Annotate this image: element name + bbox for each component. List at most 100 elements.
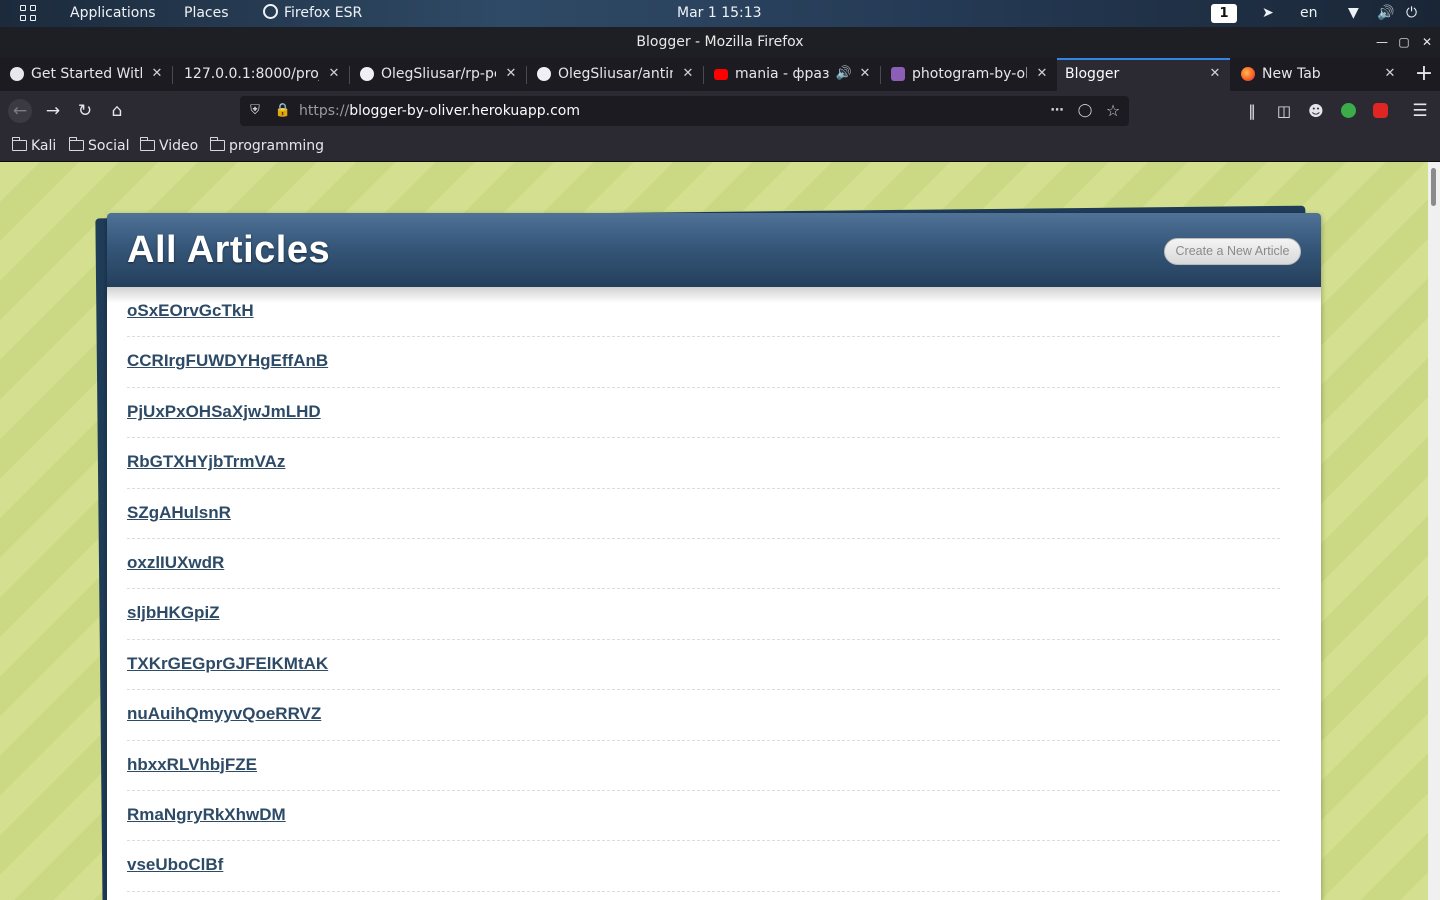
audio-playing-icon[interactable]: 🔊 [836,66,852,81]
article-list-item: CCRIrgFUWDYHgEffAnB [127,337,1280,388]
navigation-toolbar: ← → ↻ ⌂ ⛨ 🔒 https://blogger-by-oliver.he… [0,91,1440,131]
article-link[interactable]: vseUboClBf [127,855,223,875]
account-icon[interactable]: ☻ [1304,99,1328,123]
page-viewport: All Articles Create a New Article oSxEOr… [0,162,1428,900]
window-title: Blogger - Mozilla Firefox [636,34,804,50]
forward-button[interactable]: → [41,99,65,123]
power-icon[interactable]: ⏻ [1406,0,1417,27]
bookmark-label: Video [159,138,199,154]
new-tab-button[interactable]: + [1410,58,1438,91]
article-link[interactable]: oSxEOrvGcTkH [127,301,254,321]
reload-button[interactable]: ↻ [73,99,97,123]
tab-github-antin[interactable]: OlegSliusar/antin ✕ [527,58,703,91]
pocket-icon[interactable]: ◯ [1076,102,1094,120]
page-scrollbar[interactable] [1428,162,1440,900]
close-tab-icon[interactable]: ✕ [327,67,341,81]
lock-icon[interactable]: 🔒 [274,102,292,120]
create-article-button[interactable]: Create a New Article [1164,238,1301,265]
home-button[interactable]: ⌂ [105,99,129,123]
sidebar-icon[interactable]: ◫ [1272,99,1296,123]
article-list-item: sljbHKGpiZ [127,589,1280,640]
places-menu[interactable]: Places [184,0,229,27]
close-window-icon[interactable]: ✕ [1420,35,1434,49]
volume-icon[interactable]: 🔊 [1377,0,1394,27]
tab-label: OlegSliusar/rp-pc [381,66,496,82]
tab-label: Blogger [1065,66,1120,82]
firefox-icon [1241,67,1255,81]
github-icon [360,67,374,81]
scrollbar-thumb[interactable] [1431,168,1436,206]
url-scheme: https:// [299,103,350,119]
extension-green-icon[interactable] [1336,99,1360,123]
bookmark-folder-social[interactable]: Social [68,131,130,161]
applications-menu[interactable]: Applications [70,0,156,27]
hamburger-menu-icon[interactable]: ☰ [1408,99,1432,123]
workspace-indicator[interactable]: 1 [1211,4,1237,23]
close-tab-icon[interactable]: ✕ [1383,67,1397,81]
folder-icon [11,137,27,151]
article-link[interactable]: RmaNgryRkXhwDM [127,805,286,825]
url-text[interactable]: https://blogger-by-oliver.herokuapp.com [299,96,580,126]
folder-icon [139,137,155,151]
close-tab-icon[interactable]: ✕ [681,67,695,81]
article-list-item: PjUxPxOHSaXjwJmLHD [127,388,1280,439]
article-link[interactable]: hbxxRLVhbjFZE [127,755,257,775]
tab-blogger[interactable]: Blogger ✕ [1057,58,1230,91]
telegram-icon[interactable]: ➤ [1262,0,1274,27]
library-icon[interactable]: ‖ [1240,99,1264,123]
tab-label: mania - фраза [735,66,830,82]
tab-localhost[interactable]: 127.0.0.1:8000/proje ✕ [173,58,349,91]
tab-youtube-mania[interactable]: mania - фраза 🔊 ✕ [704,58,880,91]
close-tab-icon[interactable]: ✕ [504,67,518,81]
tracking-shield-icon[interactable]: ⛨ [246,102,264,120]
firefox-icon [263,4,278,19]
close-tab-icon[interactable]: ✕ [858,67,872,81]
bookmark-star-icon[interactable]: ☆ [1104,102,1122,120]
maximize-icon[interactable]: ▢ [1397,35,1411,49]
clock[interactable]: Mar 1 15:13 [677,0,762,27]
articles-card: All Articles Create a New Article oSxEOr… [107,213,1321,900]
address-bar[interactable]: ⛨ 🔒 https://blogger-by-oliver.herokuapp.… [240,96,1129,126]
tab-label: New Tab [1262,66,1321,82]
page-actions-icon[interactable]: ⋯ [1048,102,1066,120]
article-link[interactable]: oxzlIUXwdR [127,553,224,573]
tab-label: OlegSliusar/antin [558,66,673,82]
bookmark-folder-video[interactable]: Video [139,131,199,161]
article-list-item: nuAuihQmyyvQoeRRVZ [127,690,1280,741]
folder-icon [209,137,225,151]
tab-get-started[interactable]: Get Started With ✕ [0,58,172,91]
bookmark-label: Kali [31,138,57,154]
close-tab-icon[interactable]: ✕ [150,67,164,81]
article-list-item: RmaNgryRkXhwDM [127,791,1280,842]
minimize-icon[interactable]: — [1375,35,1389,49]
close-tab-icon[interactable]: ✕ [1035,67,1049,81]
article-list-item: vseUboClBf [127,841,1280,892]
article-link[interactable]: nuAuihQmyyvQoeRRVZ [127,704,321,724]
article-link[interactable]: PjUxPxOHSaXjwJmLHD [127,402,321,422]
close-tab-icon[interactable]: ✕ [1208,67,1222,81]
article-link[interactable]: CCRIrgFUWDYHgEffAnB [127,351,328,371]
extension-red-icon[interactable] [1368,99,1392,123]
app-grid-icon[interactable] [20,5,38,23]
heroku-icon [891,67,905,81]
back-button[interactable]: ← [8,99,32,123]
bookmark-folder-kali[interactable]: Kali [11,131,57,161]
article-link[interactable]: SZgAHulsnR [127,503,231,523]
youtube-icon [714,69,728,80]
article-link[interactable]: TXKrGEGprGJFElKMtAK [127,654,328,674]
article-link[interactable]: RbGTXHYjbTrmVAz [127,452,285,472]
wifi-icon[interactable]: ▼ [1348,0,1359,27]
article-list-item: SZgAHulsnR [127,489,1280,539]
active-app-menu[interactable]: Firefox ESR [263,0,362,27]
tab-label: photogram-by-ol [912,66,1027,82]
bookmarks-toolbar: Kali Social Video programming [0,131,1440,162]
bookmark-folder-programming[interactable]: programming [209,131,324,161]
tab-photogram[interactable]: photogram-by-ol ✕ [881,58,1057,91]
keyboard-language[interactable]: en [1300,0,1318,27]
tab-new-tab[interactable]: New Tab ✕ [1231,58,1405,91]
tab-label: 127.0.0.1:8000/proje [184,66,319,82]
tab-label: Get Started With [31,66,142,82]
github-icon [537,67,551,81]
tab-github-rp[interactable]: OlegSliusar/rp-pc ✕ [350,58,526,91]
article-link[interactable]: sljbHKGpiZ [127,603,220,623]
